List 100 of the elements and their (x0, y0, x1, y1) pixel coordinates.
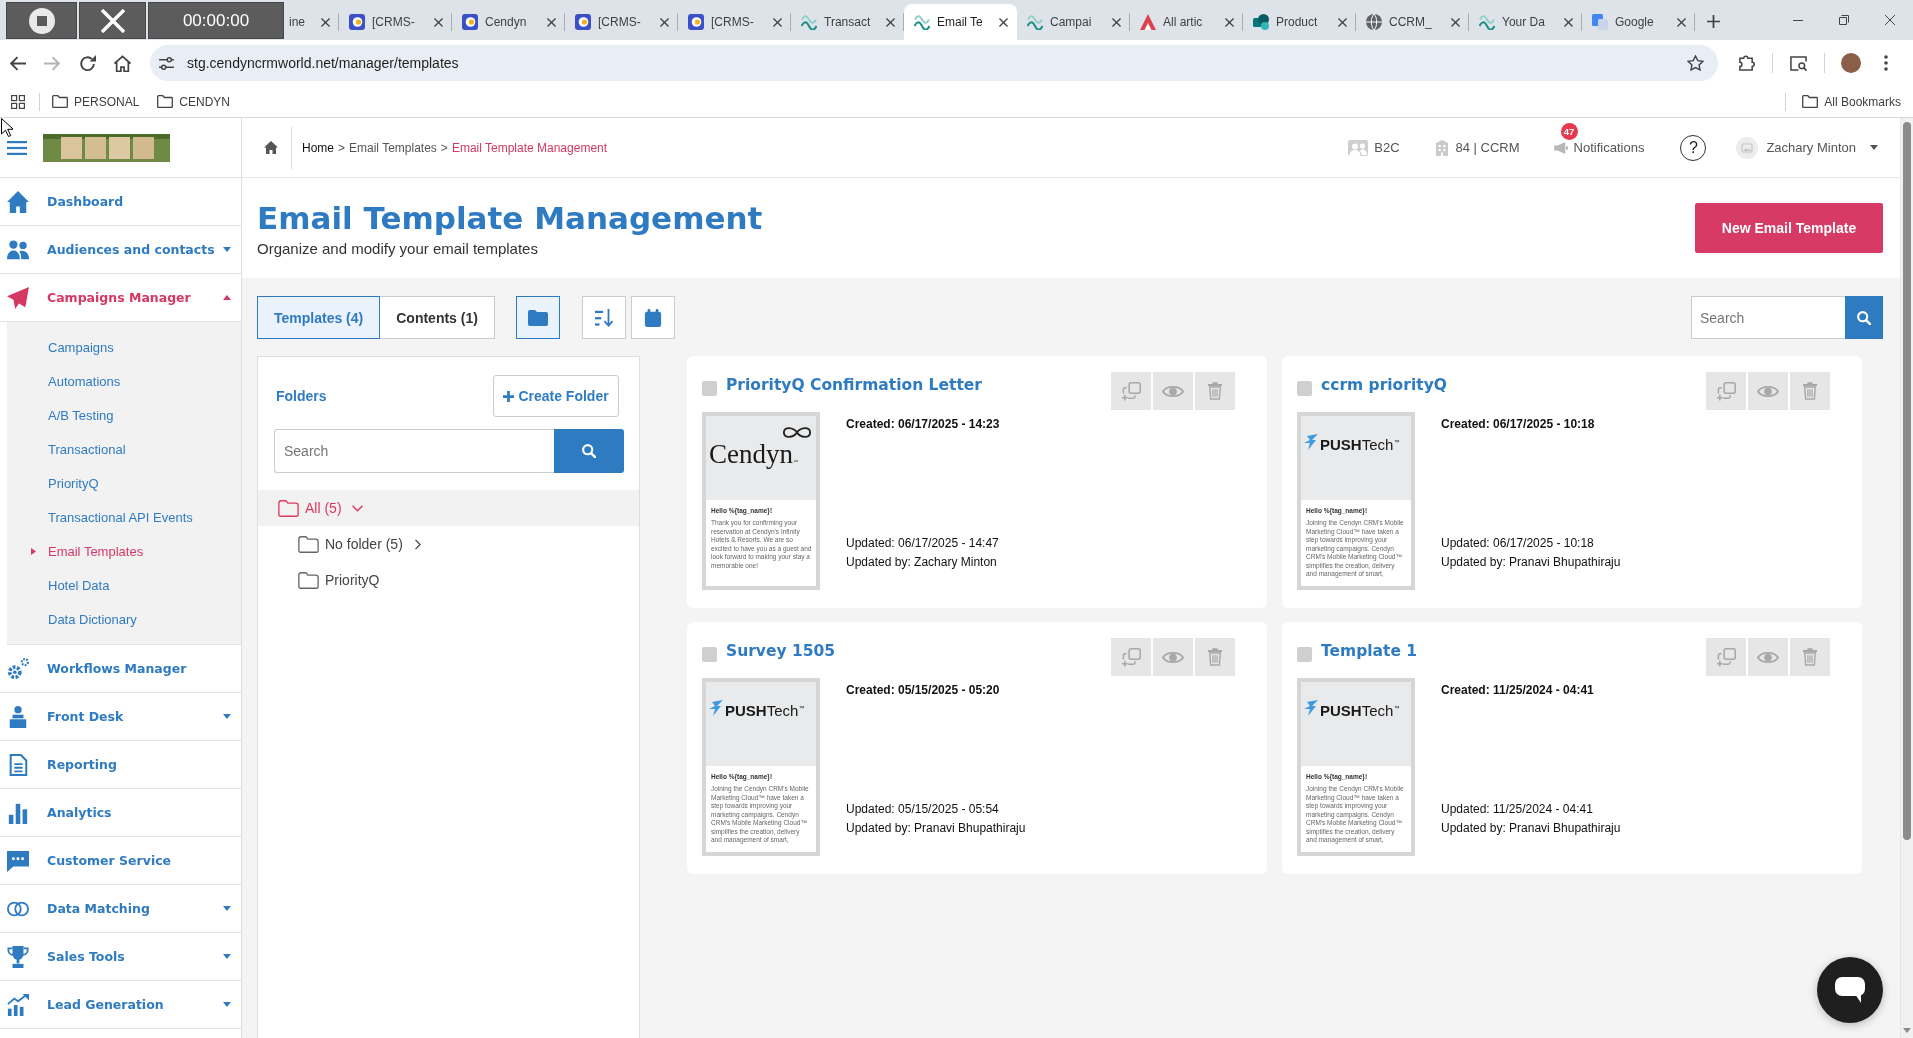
nav-item[interactable]: Audiences and contacts (0, 226, 241, 274)
browser-tab[interactable]: Your Da (1469, 4, 1582, 40)
address-bar[interactable]: stg.cendyncrmworld.net/manager/templates (150, 45, 1718, 81)
close-icon[interactable] (999, 17, 1008, 27)
menu-icon[interactable] (1883, 55, 1888, 71)
folder-item[interactable]: No folder (5) (258, 526, 639, 562)
site-settings-icon[interactable] (159, 56, 174, 70)
minimize-icon[interactable] (1793, 19, 1803, 21)
tab-search-icon[interactable] (1790, 54, 1807, 72)
close-recorder-button[interactable] (79, 2, 146, 39)
bookmark-folder[interactable]: CENDYN (151, 88, 237, 115)
close-icon[interactable] (1451, 17, 1460, 27)
chevron-icon[interactable] (414, 538, 421, 550)
puzzle-icon[interactable] (1738, 54, 1755, 72)
close-icon[interactable] (1225, 17, 1234, 27)
user-menu[interactable]: Zachary Minton (1736, 136, 1878, 159)
nav-item[interactable]: Data Matching (0, 885, 241, 933)
close-icon[interactable] (660, 17, 669, 27)
nav-item[interactable]: Lead Generation (0, 981, 241, 1029)
close-icon[interactable] (434, 17, 443, 27)
submenu-item[interactable]: Email Templates (7, 534, 241, 568)
breadcrumb-link[interactable]: Home (302, 140, 334, 155)
submenu-item[interactable]: A/B Testing (7, 398, 241, 432)
template-title[interactable]: PriorityQ Confirmation Letter (726, 372, 982, 398)
plus-icon[interactable] (1707, 15, 1720, 28)
submenu-item[interactable]: PriorityQ (7, 466, 241, 500)
home-icon[interactable] (114, 54, 131, 72)
nav-item[interactable]: Customer Service (0, 837, 241, 885)
browser-tab[interactable]: Campai (1017, 4, 1130, 40)
browser-tab[interactable]: [CRMS- (678, 4, 791, 40)
browser-tab[interactable]: Product (1243, 4, 1356, 40)
email-preview[interactable] (702, 412, 820, 590)
view-tab[interactable]: Contents (1) (379, 296, 495, 339)
breadcrumb-link[interactable]: Email Templates (349, 140, 437, 155)
close-icon[interactable] (886, 17, 895, 27)
calendar-button[interactable] (630, 296, 675, 339)
close-icon[interactable] (1338, 17, 1347, 27)
browser-tab[interactable]: All artic (1130, 4, 1243, 40)
browser-tab[interactable]: Cendyn (452, 4, 565, 40)
template-title[interactable]: Template 1 (1321, 638, 1418, 664)
submenu-item[interactable]: Transactional API Events (7, 500, 241, 534)
nav-item[interactable]: Dashboard (0, 178, 241, 226)
bookmark-folder[interactable]: PERSONAL (46, 88, 146, 115)
folder-search-field[interactable]: Search (274, 429, 554, 473)
account-switcher[interactable]: B2C (1348, 139, 1400, 156)
template-title[interactable]: Survey 1505 (726, 638, 836, 664)
submenu-item[interactable]: Hotel Data (7, 568, 241, 602)
nav-item[interactable]: Front Desk (0, 693, 241, 741)
home-icon[interactable] (264, 141, 278, 154)
submenu-item[interactable]: Automations (7, 364, 241, 398)
checkbox[interactable] (702, 381, 717, 396)
view-tab[interactable]: Templates (4) (257, 296, 381, 339)
folder-item[interactable]: PriorityQ (258, 562, 639, 598)
star-icon[interactable] (1687, 55, 1704, 71)
scrollbar-thumb[interactable] (1903, 122, 1911, 840)
browser-tab[interactable]: Transact (791, 4, 904, 40)
new-template-button[interactable]: New Email Template (1695, 203, 1883, 253)
close-icon[interactable] (773, 17, 782, 27)
browser-tab[interactable]: Email Te (904, 4, 1017, 40)
sort-button[interactable] (581, 296, 626, 339)
nav-item[interactable]: Analytics (0, 789, 241, 837)
close-icon[interactable] (1564, 17, 1573, 27)
browser-tab[interactable]: ine (286, 4, 339, 40)
browser-tab[interactable]: Google (1582, 4, 1695, 40)
close-icon[interactable] (547, 17, 556, 27)
arrow-down-icon[interactable] (1903, 1028, 1911, 1033)
folder-item[interactable]: All (5) (258, 490, 639, 526)
back-icon[interactable] (9, 54, 26, 72)
nav-item[interactable]: Reporting (0, 741, 241, 789)
stop-recording-button[interactable] (6, 2, 77, 39)
search-field[interactable]: Search (1691, 296, 1845, 339)
apps-icon[interactable] (11, 94, 25, 109)
submenu-item[interactable]: Data Dictionary (7, 602, 241, 636)
browser-tab[interactable]: [CRMS- (565, 4, 678, 40)
create-folder-button[interactable]: Create Folder (493, 375, 619, 417)
folder-view-button[interactable] (515, 296, 560, 339)
nav-item[interactable]: Workflows Manager (0, 645, 241, 693)
search-button[interactable] (1845, 296, 1883, 339)
chevron-icon[interactable] (351, 504, 363, 512)
notifications-button[interactable]: 47 Notifications (1553, 123, 1645, 155)
restore-icon[interactable] (1839, 15, 1849, 25)
checkbox[interactable] (702, 647, 717, 662)
close-icon[interactable] (1885, 15, 1895, 25)
checkbox[interactable] (1297, 647, 1312, 662)
browser-tab[interactable]: CCRM_ (1356, 4, 1469, 40)
close-icon[interactable] (321, 17, 330, 27)
search-button[interactable] (554, 429, 624, 473)
browser-tab[interactable]: [CRMS- (339, 4, 452, 40)
logo-image[interactable] (43, 133, 170, 162)
avatar-icon[interactable] (1840, 53, 1861, 73)
scrollbar[interactable] (1900, 118, 1913, 1038)
submenu-item[interactable]: Campaigns (7, 330, 241, 364)
reload-icon[interactable] (79, 54, 96, 72)
checkbox[interactable] (1297, 381, 1312, 396)
nav-item[interactable]: Sales Tools (0, 933, 241, 981)
template-title[interactable]: ccrm priorityQ (1321, 372, 1447, 398)
bookmark-folder[interactable]: All Bookmarks (1796, 88, 1907, 115)
menu-icon[interactable] (7, 140, 27, 155)
close-icon[interactable] (1677, 17, 1686, 27)
close-icon[interactable] (1112, 17, 1121, 27)
